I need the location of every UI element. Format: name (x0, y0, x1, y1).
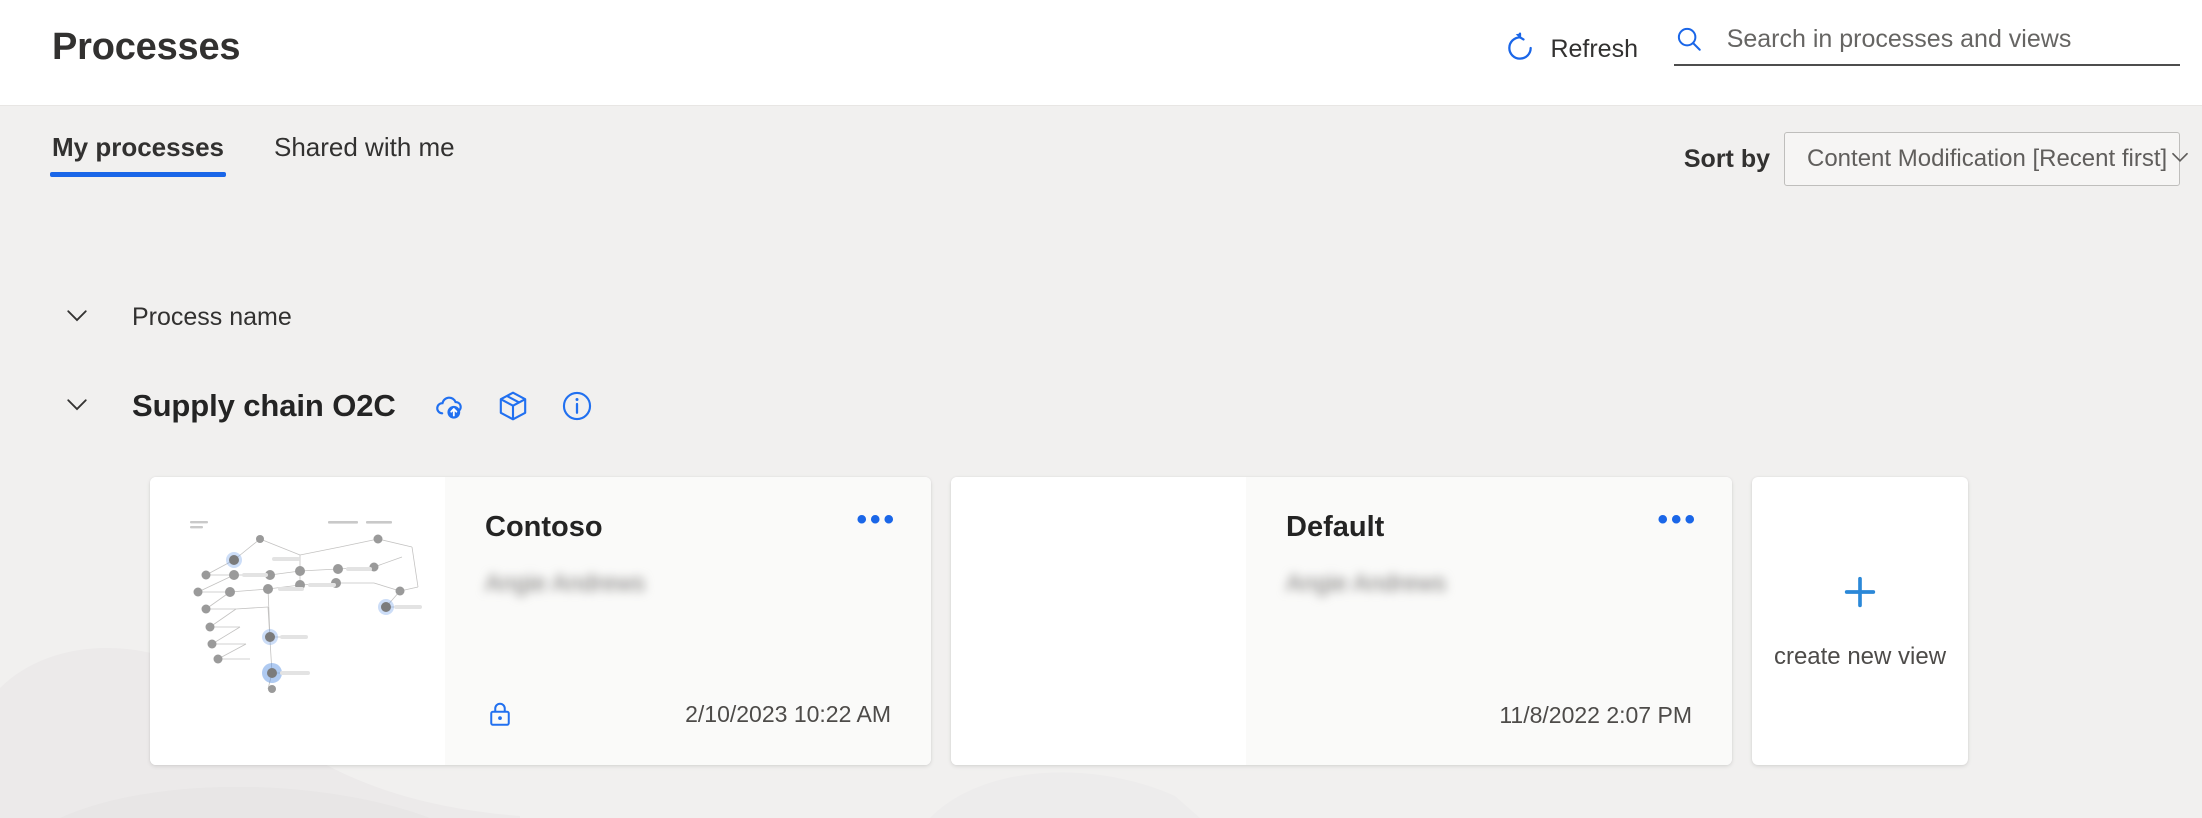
view-overflow-menu-button[interactable]: ••• (856, 505, 897, 535)
chevron-down-icon (2167, 144, 2193, 175)
view-modified-date: 11/8/2022 2:07 PM (1499, 702, 1692, 728)
view-author: Angie Andrews (1286, 570, 1447, 597)
create-new-view-label: create new view (1773, 642, 1947, 670)
search-input[interactable] (1712, 25, 2180, 54)
process-action-icons (432, 389, 594, 423)
cloud-upload-icon[interactable] (432, 389, 466, 423)
view-title: Contoso (485, 511, 603, 543)
refresh-label: Refresh (1550, 35, 1638, 63)
toolbar-row: My processes Shared with me Sort by Cont… (0, 106, 2202, 216)
process-name-column-header: Process name (0, 300, 2202, 335)
search-box[interactable] (1674, 24, 2180, 66)
view-card-default[interactable]: Default Angie Andrews ••• 11/8/2022 2:07… (951, 477, 1732, 765)
view-card-footer: 2/10/2023 10:22 AM (485, 699, 891, 729)
tab-shared-with-me[interactable]: Shared with me (272, 128, 457, 177)
search-magnifier-icon (1674, 24, 1713, 54)
view-author: Angie Andrews (485, 570, 646, 597)
chevron-down-icon[interactable] (62, 300, 92, 335)
view-thumbnail (150, 477, 445, 765)
process-name: Supply chain O2C (132, 388, 396, 423)
app-header: Processes Refresh (0, 0, 2202, 106)
view-card-body: Default Angie Andrews ••• 11/8/2022 2:07… (1246, 477, 1732, 765)
view-card-footer: 11/8/2022 2:07 PM (1286, 702, 1692, 729)
view-overflow-menu-button[interactable]: ••• (1657, 505, 1698, 535)
page-title: Processes (52, 26, 241, 68)
view-thumbnail (951, 477, 1246, 765)
view-card-body: Contoso Angie Andrews ••• 2/10/2023 10:2… (445, 477, 931, 765)
refresh-circular-arrow-icon (1504, 32, 1536, 67)
sort-by-value: Content Modification [Recent first] (1807, 145, 2168, 172)
view-card-contoso[interactable]: Contoso Angie Andrews ••• 2/10/2023 10:2… (150, 477, 931, 765)
header-actions: Refresh (1494, 20, 2180, 73)
view-card-list: Contoso Angie Andrews ••• 2/10/2023 10:2… (150, 477, 1968, 765)
tab-list: My processes Shared with me (50, 128, 503, 177)
column-header-label: Process name (132, 303, 292, 331)
refresh-button[interactable]: Refresh (1494, 26, 1648, 73)
process-group-row: Supply chain O2C (0, 388, 2202, 424)
create-new-view-card[interactable]: create new view (1752, 477, 1968, 765)
chevron-down-icon[interactable] (62, 389, 92, 424)
view-modified-date: 2/10/2023 10:22 AM (685, 700, 891, 727)
plus-icon (1840, 572, 1880, 617)
info-circle-icon[interactable] (560, 389, 594, 423)
sort-by-label: Sort by (1683, 144, 1770, 173)
sort-control: Sort by Content Modification [Recent fir… (1683, 132, 2189, 186)
package-box-icon[interactable] (496, 389, 530, 423)
lock-icon (485, 699, 515, 729)
tab-my-processes[interactable]: My processes (50, 128, 226, 177)
processes-page: Processes Refresh Search in processes an… (0, 0, 2202, 818)
sort-by-dropdown[interactable]: Content Modification [Recent first] (1784, 132, 2189, 186)
view-title: Default (1286, 511, 1385, 543)
